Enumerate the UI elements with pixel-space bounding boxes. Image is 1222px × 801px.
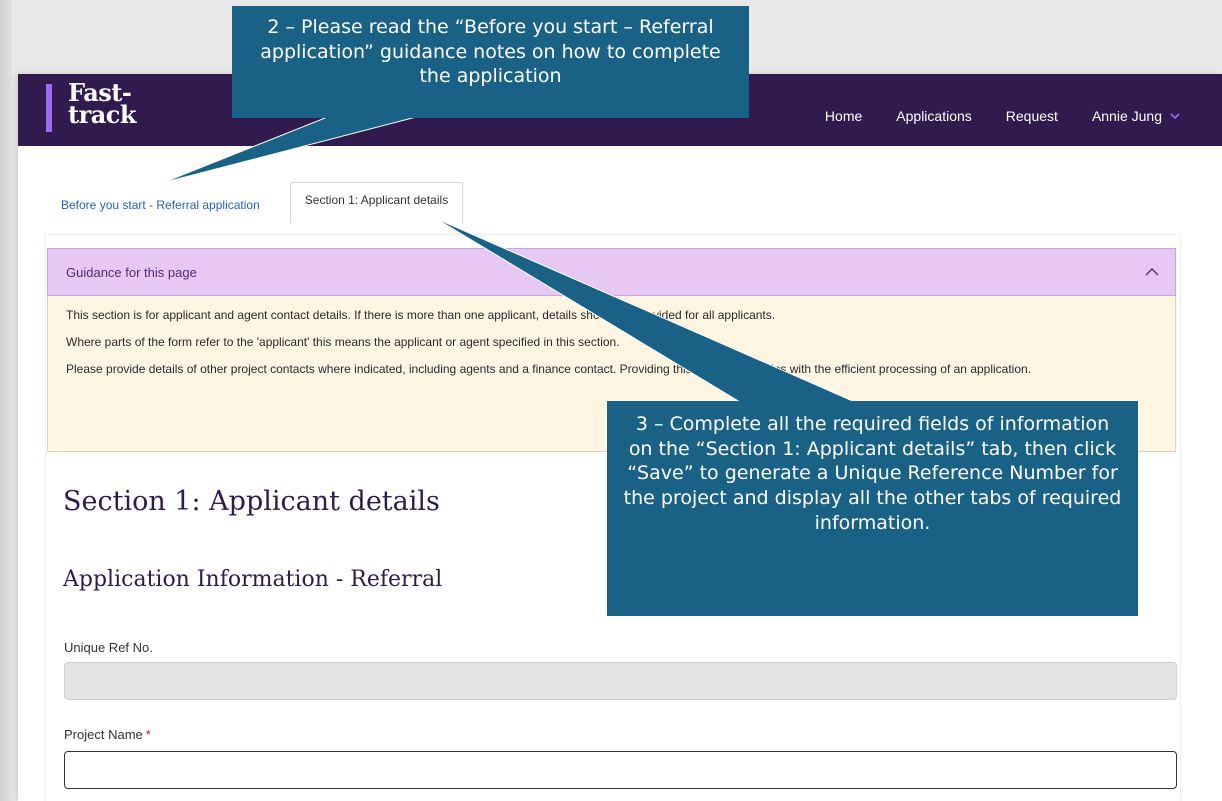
guidance-paragraph-1: This section is for applicant and agent …	[66, 308, 776, 322]
page-title: Section 1: Applicant details	[63, 486, 440, 517]
form-tabs: Before you start - Referral application …	[61, 182, 464, 223]
chevron-down-icon	[1170, 113, 1180, 120]
project-name-label: Project Name *	[64, 727, 151, 742]
main-nav: Home Applications Request Annie Jung	[791, 108, 1180, 124]
callout-step-3: 3 – Complete all the required fields of …	[607, 401, 1138, 616]
chevron-up-icon[interactable]	[1145, 267, 1159, 277]
guidance-paragraph-3: Please provide details of other project …	[66, 362, 1032, 376]
project-name-field[interactable]	[64, 751, 1177, 789]
nav-home[interactable]: Home	[825, 108, 862, 124]
nav-request[interactable]: Request	[1006, 108, 1058, 124]
logo-line-2: track	[68, 100, 137, 129]
nav-applications[interactable]: Applications	[896, 108, 972, 124]
tab-section-1[interactable]: Section 1: Applicant details	[289, 182, 464, 223]
project-name-label-text: Project Name	[64, 727, 143, 742]
required-marker: *	[145, 727, 151, 742]
subsection-title: Application Information - Referral	[63, 567, 443, 592]
user-menu[interactable]: Annie Jung	[1092, 108, 1180, 124]
guidance-header[interactable]: Guidance for this page	[47, 248, 1176, 296]
fast-track-logo[interactable]: Fast- track	[68, 81, 137, 129]
callout-step-2: 2 – Please read the “Before you start – …	[232, 6, 749, 118]
brand-accent-bar	[46, 84, 52, 132]
guidance-paragraph-2: Where parts of the form refer to the 'ap…	[66, 335, 620, 349]
unique-ref-field[interactable]	[64, 662, 1177, 700]
user-name: Annie Jung	[1091, 108, 1162, 124]
unique-ref-label: Unique Ref No.	[64, 640, 153, 655]
background-edge	[0, 0, 12, 801]
guidance-title: Guidance for this page	[66, 264, 197, 280]
tab-before-you-start[interactable]: Before you start - Referral application	[61, 198, 260, 223]
